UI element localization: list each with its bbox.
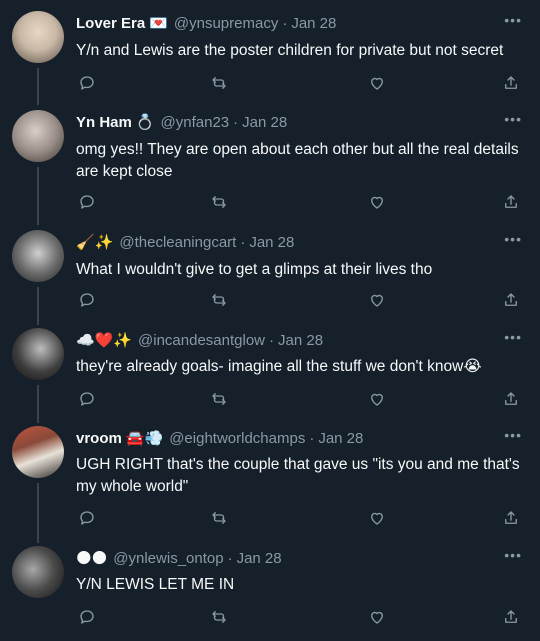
like-icon[interactable]: [366, 388, 388, 410]
more-options-icon[interactable]: •••: [504, 111, 522, 127]
share-icon[interactable]: [500, 289, 522, 311]
more-options-icon[interactable]: •••: [504, 329, 522, 345]
name-emoji: 🚘💨: [125, 430, 164, 447]
name-emoji: 💍: [135, 114, 155, 131]
separator-dot: ·: [233, 113, 239, 131]
retweet-icon[interactable]: [208, 388, 230, 410]
avatar[interactable]: [12, 110, 64, 162]
timestamp[interactable]: Jan 28: [318, 430, 363, 447]
tweet-text: What I wouldn't give to get a glimps at …: [76, 261, 433, 278]
tweet-text: omg yes!! They are open about each other…: [76, 141, 519, 180]
tweet-thread: Lover Era 💌 @ynsupremacy · Jan 28 ••• Y/…: [0, 0, 540, 641]
share-icon[interactable]: [500, 72, 522, 94]
tweet-actions: [76, 388, 522, 410]
handle[interactable]: @eightworldchamps: [169, 430, 305, 447]
tweet[interactable]: ☁️❤️✨ @incandesantglow · Jan 28 ••• they…: [0, 325, 540, 423]
tweet[interactable]: Lover Era 💌 @ynsupremacy · Jan 28 ••• Y/…: [0, 0, 540, 105]
tweet[interactable]: vroom 🚘💨 @eightworldchamps · Jan 28 ••• …: [0, 423, 540, 543]
thread-line: [37, 167, 39, 225]
tweet-actions: [76, 72, 522, 94]
reply-icon[interactable]: [76, 72, 98, 94]
separator-dot: ·: [227, 549, 233, 567]
name-emoji: 💌: [149, 15, 168, 32]
share-icon[interactable]: [500, 606, 522, 628]
thread-line: [37, 483, 39, 543]
tweet-header: 🌑🌑 @ynlewis_ontop · Jan 28: [76, 547, 488, 569]
share-icon[interactable]: [500, 191, 522, 213]
retweet-icon[interactable]: [208, 289, 230, 311]
like-icon[interactable]: [366, 606, 388, 628]
more-options-icon[interactable]: •••: [504, 12, 522, 28]
tweet-text: UGH RIGHT that's the couple that gave us…: [76, 456, 520, 495]
tweet-text: they're already goals- imagine all the s…: [76, 358, 482, 375]
avatar[interactable]: [12, 11, 64, 63]
like-icon[interactable]: [366, 507, 388, 529]
tweet-actions: [76, 507, 522, 529]
timestamp[interactable]: Jan 28: [249, 234, 294, 251]
tweet[interactable]: 🌑🌑 @ynlewis_ontop · Jan 28 ••• Y/N LEWIS…: [0, 543, 540, 641]
reply-icon[interactable]: [76, 289, 98, 311]
more-options-icon[interactable]: •••: [504, 427, 522, 443]
tweet-actions: [76, 606, 522, 628]
tweet-header: vroom 🚘💨 @eightworldchamps · Jan 28: [76, 427, 488, 449]
name-emoji: 🌑🌑: [76, 550, 108, 567]
retweet-icon[interactable]: [208, 507, 230, 529]
name-emoji: 🧹✨: [76, 234, 114, 251]
separator-dot: ·: [309, 429, 315, 447]
reply-icon[interactable]: [76, 606, 98, 628]
tweet-header: ☁️❤️✨ @incandesantglow · Jan 28: [76, 329, 488, 351]
like-icon[interactable]: [366, 289, 388, 311]
timestamp[interactable]: Jan 28: [291, 15, 336, 32]
separator-dot: ·: [240, 233, 246, 251]
handle[interactable]: @incandesantglow: [138, 332, 265, 349]
retweet-icon[interactable]: [208, 606, 230, 628]
thread-line: [37, 287, 39, 325]
avatar[interactable]: [12, 328, 64, 380]
tweet-text: Y/n and Lewis are the poster children fo…: [76, 42, 504, 59]
thread-line: [37, 385, 39, 423]
tweet[interactable]: 🧹✨ @thecleaningcart · Jan 28 ••• What I …: [0, 225, 540, 325]
separator-dot: ·: [269, 331, 275, 349]
avatar[interactable]: [12, 426, 64, 478]
thread-line: [37, 68, 39, 105]
reply-icon[interactable]: [76, 507, 98, 529]
reply-icon[interactable]: [76, 191, 98, 213]
avatar[interactable]: [12, 546, 64, 598]
avatar[interactable]: [12, 230, 64, 282]
tweet-actions: [76, 289, 522, 311]
tweet-header: 🧹✨ @thecleaningcart · Jan 28: [76, 231, 488, 253]
tweet-actions: [76, 191, 522, 213]
separator-dot: ·: [282, 14, 288, 32]
display-name[interactable]: vroom: [76, 430, 122, 447]
more-options-icon[interactable]: •••: [504, 231, 522, 247]
tweet-text: Y/N LEWIS LET ME IN: [76, 576, 235, 593]
share-icon[interactable]: [500, 507, 522, 529]
tweet[interactable]: Yn Ham 💍 @ynfan23 · Jan 28 ••• omg yes!!…: [0, 105, 540, 225]
handle[interactable]: @thecleaningcart: [119, 234, 236, 251]
share-icon[interactable]: [500, 388, 522, 410]
timestamp[interactable]: Jan 28: [237, 550, 282, 567]
retweet-icon[interactable]: [208, 72, 230, 94]
name-emoji: ☁️❤️✨: [76, 332, 133, 349]
like-icon[interactable]: [366, 191, 388, 213]
more-options-icon[interactable]: •••: [504, 547, 522, 563]
timestamp[interactable]: Jan 28: [278, 332, 323, 349]
retweet-icon[interactable]: [208, 191, 230, 213]
handle[interactable]: @ynsupremacy: [174, 15, 278, 32]
handle[interactable]: @ynfan23: [161, 114, 230, 131]
tweet-header: Lover Era 💌 @ynsupremacy · Jan 28: [76, 12, 488, 34]
reply-icon[interactable]: [76, 388, 98, 410]
like-icon[interactable]: [366, 72, 388, 94]
display-name[interactable]: Yn Ham: [76, 114, 132, 131]
display-name[interactable]: Lover Era: [76, 15, 145, 32]
timestamp[interactable]: Jan 28: [242, 114, 287, 131]
handle[interactable]: @ynlewis_ontop: [113, 550, 223, 567]
tweet-header: Yn Ham 💍 @ynfan23 · Jan 28: [76, 111, 488, 133]
